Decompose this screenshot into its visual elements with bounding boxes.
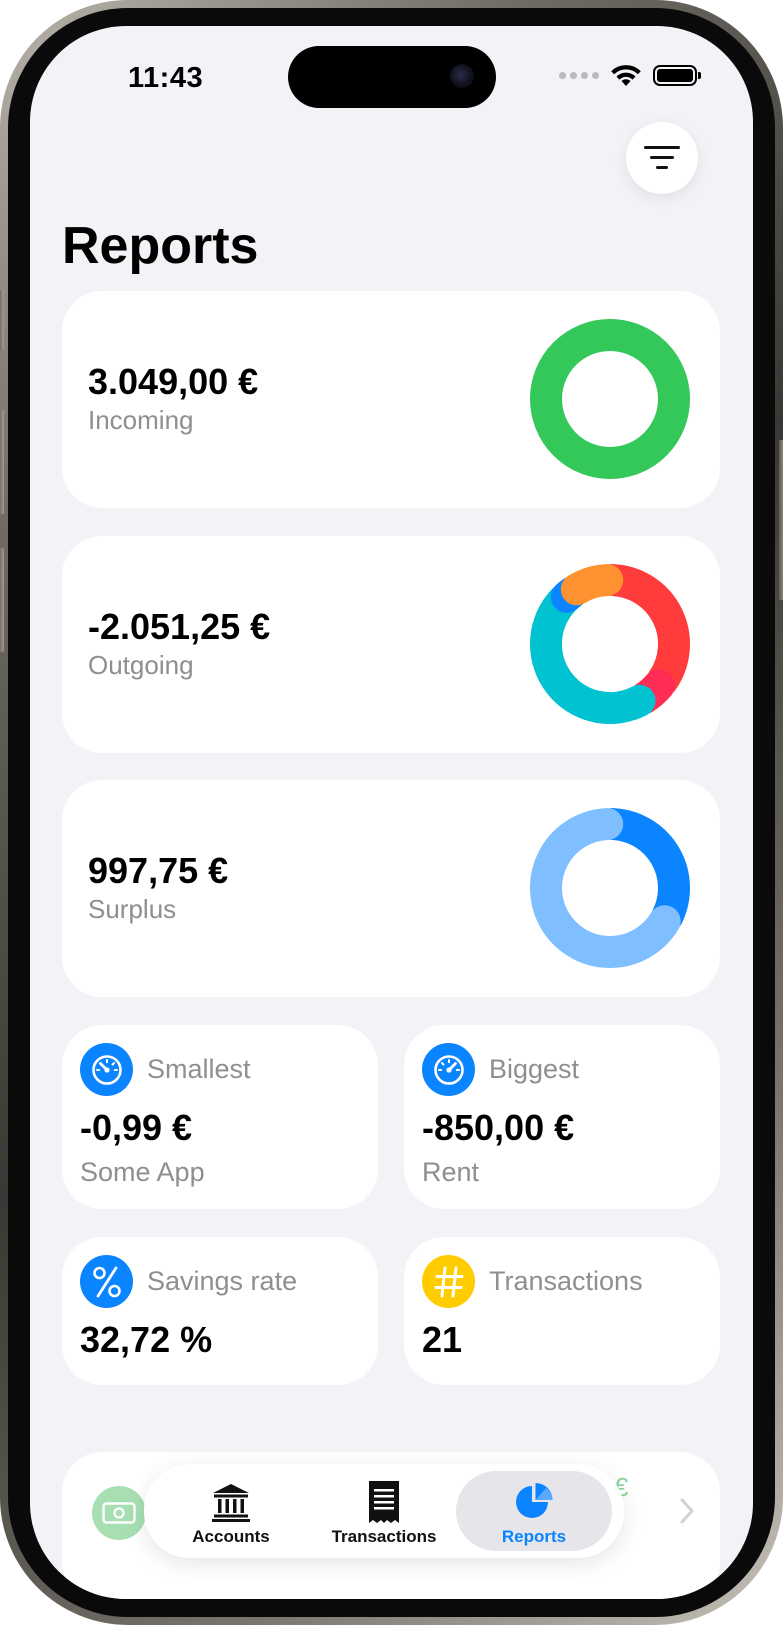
filter-lines-icon bbox=[644, 146, 680, 169]
bank-icon bbox=[212, 1484, 250, 1522]
front-camera bbox=[450, 64, 474, 88]
page-title: Reports bbox=[62, 217, 259, 275]
banknote-icon bbox=[92, 1486, 146, 1540]
donut-slice-3 bbox=[530, 584, 656, 724]
incoming-card[interactable]: 3.049,00 € Incoming bbox=[62, 291, 720, 508]
smallest-subtitle: Some App bbox=[80, 1157, 205, 1187]
donut-slice-1 bbox=[596, 564, 690, 697]
transactions-title: Transactions bbox=[489, 1266, 643, 1296]
incoming-donut-chart bbox=[530, 319, 690, 479]
pie-chart-icon bbox=[516, 1483, 553, 1518]
tab-reports[interactable]: Reports bbox=[456, 1471, 612, 1551]
receipt-icon bbox=[369, 1481, 399, 1523]
donut-slice-1 bbox=[596, 808, 690, 933]
action-button bbox=[0, 290, 4, 350]
surplus-donut-chart bbox=[530, 808, 690, 968]
volume-up-button bbox=[0, 410, 4, 514]
hash-icon bbox=[422, 1255, 475, 1308]
savings-rate-card[interactable]: Savings rate 32,72 % bbox=[62, 1237, 378, 1385]
tab-transactions-label: Transactions bbox=[331, 1527, 437, 1546]
biggest-value: -850,00 € bbox=[422, 1107, 575, 1148]
smallest-value: -0,99 € bbox=[80, 1107, 193, 1148]
volume-down-button bbox=[0, 548, 4, 652]
chevron-right-icon bbox=[680, 1498, 694, 1524]
smallest-card[interactable]: Smallest -0,99 € Some App bbox=[62, 1025, 378, 1209]
filter-button[interactable] bbox=[626, 122, 698, 194]
screen: 11:43 Reports 3.049,00 € Incoming -2.051… bbox=[30, 26, 753, 1599]
transactions-count-card[interactable]: Transactions 21 bbox=[404, 1237, 720, 1385]
donut-slice bbox=[530, 319, 690, 479]
phone-frame: 11:43 Reports 3.049,00 € Incoming -2.051… bbox=[0, 0, 783, 1625]
incoming-amount: 3.049,00 € bbox=[88, 361, 259, 402]
gauge-icon bbox=[422, 1043, 475, 1096]
power-button bbox=[779, 440, 783, 600]
biggest-card[interactable]: Biggest -850,00 € Rent bbox=[404, 1025, 720, 1209]
tab-bar: Accounts Transactions Reports bbox=[144, 1464, 624, 1558]
tab-accounts[interactable]: Accounts bbox=[153, 1471, 309, 1551]
surplus-card[interactable]: 997,75 € Surplus bbox=[62, 780, 720, 997]
smallest-title: Smallest bbox=[147, 1054, 251, 1084]
outgoing-card[interactable]: -2.051,25 € Outgoing bbox=[62, 536, 720, 753]
incoming-label: Incoming bbox=[88, 405, 194, 435]
gauge-icon bbox=[80, 1043, 133, 1096]
wifi-icon bbox=[611, 65, 641, 86]
cellular-signal-icon bbox=[559, 71, 599, 79]
outgoing-amount: -2.051,25 € bbox=[88, 606, 271, 647]
donut-slice-5 bbox=[560, 564, 624, 606]
tab-transactions[interactable]: Transactions bbox=[306, 1471, 462, 1551]
outgoing-label: Outgoing bbox=[88, 650, 194, 680]
status-indicators bbox=[559, 62, 701, 88]
savings-rate-title: Savings rate bbox=[147, 1266, 298, 1296]
savings-rate-value: 32,72 % bbox=[80, 1319, 213, 1360]
surplus-label: Surplus bbox=[88, 894, 177, 924]
dynamic-island bbox=[288, 46, 496, 108]
biggest-title: Biggest bbox=[489, 1054, 580, 1084]
status-time: 11:43 bbox=[128, 62, 204, 94]
battery-icon bbox=[653, 64, 701, 86]
outgoing-donut-chart bbox=[530, 564, 690, 724]
transactions-value: 21 bbox=[422, 1319, 463, 1360]
biggest-subtitle: Rent bbox=[422, 1157, 480, 1187]
tab-reports-label: Reports bbox=[501, 1527, 567, 1546]
surplus-amount: 997,75 € bbox=[88, 850, 229, 891]
percent-icon bbox=[80, 1255, 133, 1308]
tab-accounts-label: Accounts bbox=[192, 1527, 270, 1546]
